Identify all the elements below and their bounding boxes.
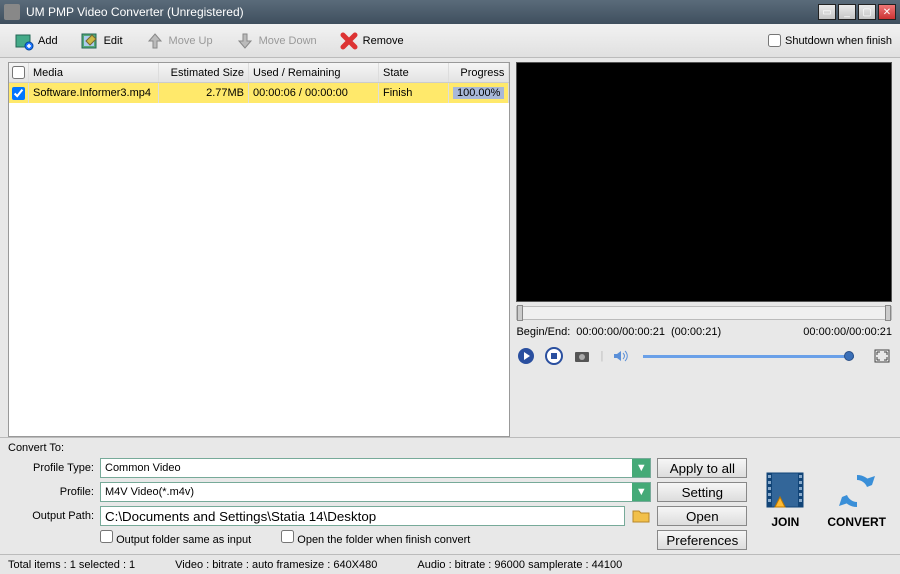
chevron-down-icon: ▼ <box>632 483 650 501</box>
status-video: Video : bitrate : auto framesize : 640X4… <box>175 559 377 571</box>
begin-end-row: Begin/End: 00:00:00/00:00:21 (00:00:21) … <box>516 320 892 342</box>
begin-end-dur: (00:00:21) <box>671 326 721 338</box>
main-content: Media Estimated Size Used / Remaining St… <box>0 58 900 437</box>
browse-folder-button[interactable] <box>631 507 651 525</box>
arrow-up-icon <box>145 31 165 51</box>
arrow-down-icon <box>235 31 255 51</box>
edit-button[interactable]: Edit <box>72 29 131 53</box>
profile-type-value: Common Video <box>101 462 632 474</box>
header-state[interactable]: State <box>379 63 449 82</box>
restore1-button[interactable]: ▭ <box>818 4 836 20</box>
setting-button[interactable]: Setting <box>657 482 747 502</box>
remove-icon <box>339 31 359 51</box>
shutdown-checkbox-wrap[interactable]: Shutdown when finish <box>768 34 892 47</box>
preview-pane: Begin/End: 00:00:00/00:00:21 (00:00:21) … <box>516 62 892 437</box>
video-preview[interactable] <box>516 62 892 302</box>
convert-to-label: Convert To: <box>8 442 747 454</box>
shutdown-label: Shutdown when finish <box>785 35 892 47</box>
open-button[interactable]: Open <box>657 506 747 526</box>
action-buttons: JOIN CONVERT <box>755 442 892 550</box>
begin-end-label: Begin/End: <box>516 326 570 338</box>
row-media: Software.Informer3.mp4 <box>29 83 159 103</box>
profile-value: M4V Video(*.m4v) <box>101 486 632 498</box>
close-button[interactable]: ✕ <box>878 4 896 20</box>
header-size[interactable]: Estimated Size <box>159 63 249 82</box>
header-checkbox-col[interactable] <box>9 63 29 82</box>
row-checkbox[interactable] <box>12 87 25 100</box>
bottom-panel: Convert To: Profile Type: Common Video ▼… <box>0 437 900 554</box>
open-when-finish-wrap[interactable]: Open the folder when finish convert <box>281 530 470 546</box>
file-list: Media Estimated Size Used / Remaining St… <box>8 62 510 437</box>
row-used: 00:00:06 / 00:00:00 <box>249 83 379 103</box>
header-progress[interactable]: Progress <box>449 63 509 82</box>
edit-label: Edit <box>104 35 123 47</box>
stop-button[interactable] <box>544 346 564 366</box>
trim-end-handle[interactable] <box>885 305 891 321</box>
add-icon <box>14 31 34 51</box>
output-path-label: Output Path: <box>8 510 94 522</box>
app-icon <box>4 4 20 20</box>
player-controls: | <box>516 342 892 370</box>
list-header: Media Estimated Size Used / Remaining St… <box>9 63 509 83</box>
convert-icon <box>833 469 881 513</box>
row-size: 2.77MB <box>159 83 249 103</box>
list-row[interactable]: Software.Informer3.mp4 2.77MB 00:00:06 /… <box>9 83 509 103</box>
row-state: Finish <box>379 83 449 103</box>
status-totals: Total items : 1 selected : 1 <box>8 559 135 571</box>
shutdown-checkbox[interactable] <box>768 34 781 47</box>
same-as-input-wrap[interactable]: Output folder same as input <box>100 530 251 546</box>
move-down-button[interactable]: Move Down <box>227 29 325 53</box>
window-buttons: ▭ _ ▢ ✕ <box>818 4 896 20</box>
profile-label: Profile: <box>8 486 94 498</box>
trim-timeline[interactable] <box>516 306 892 320</box>
join-label: JOIN <box>771 515 799 529</box>
remove-label: Remove <box>363 35 404 47</box>
edit-icon <box>80 31 100 51</box>
add-label: Add <box>38 35 58 47</box>
same-as-input-checkbox[interactable] <box>100 530 113 543</box>
profile-dropdown[interactable]: M4V Video(*.m4v) ▼ <box>100 482 651 502</box>
volume-thumb[interactable] <box>844 351 854 361</box>
header-media[interactable]: Media <box>29 63 159 82</box>
fullscreen-button[interactable] <box>872 346 892 366</box>
preferences-button[interactable]: Preferences <box>657 530 747 550</box>
toolbar: Add Edit Move Up Move Down Remove Shutdo… <box>0 24 900 58</box>
convert-label: CONVERT <box>827 515 886 529</box>
open-when-finish-checkbox[interactable] <box>281 530 294 543</box>
file-list-pane: Media Estimated Size Used / Remaining St… <box>8 62 510 437</box>
move-up-button[interactable]: Move Up <box>137 29 221 53</box>
volume-slider[interactable] <box>643 355 854 358</box>
remove-button[interactable]: Remove <box>331 29 412 53</box>
select-all-checkbox[interactable] <box>12 66 25 79</box>
row-progress: 100.00% <box>453 87 504 99</box>
window-title: UM PMP Video Converter (Unregistered) <box>26 5 818 19</box>
volume-icon[interactable] <box>611 346 631 366</box>
convert-button[interactable]: CONVERT <box>827 469 886 529</box>
status-audio: Audio : bitrate : 96000 samplerate : 441… <box>417 559 622 571</box>
apply-all-button[interactable]: Apply to all <box>657 458 747 478</box>
join-icon <box>761 469 809 513</box>
begin-end-range: 00:00:00/00:00:21 <box>576 326 665 338</box>
add-button[interactable]: Add <box>6 29 66 53</box>
trim-start-handle[interactable] <box>517 305 523 321</box>
header-used[interactable]: Used / Remaining <box>249 63 379 82</box>
snapshot-button[interactable] <box>572 346 592 366</box>
convert-panel: Convert To: Profile Type: Common Video ▼… <box>8 442 747 550</box>
move-up-label: Move Up <box>169 35 213 47</box>
profile-type-dropdown[interactable]: Common Video ▼ <box>100 458 651 478</box>
move-down-label: Move Down <box>259 35 317 47</box>
minimize-button[interactable]: _ <box>838 4 856 20</box>
statusbar: Total items : 1 selected : 1 Video : bit… <box>0 554 900 574</box>
position-label: 00:00:00/00:00:21 <box>803 326 892 338</box>
titlebar: UM PMP Video Converter (Unregistered) ▭ … <box>0 0 900 24</box>
output-path-field[interactable] <box>100 506 625 526</box>
maximize-button[interactable]: ▢ <box>858 4 876 20</box>
join-button[interactable]: JOIN <box>761 469 809 529</box>
chevron-down-icon: ▼ <box>632 459 650 477</box>
profile-type-label: Profile Type: <box>8 462 94 474</box>
play-button[interactable] <box>516 346 536 366</box>
